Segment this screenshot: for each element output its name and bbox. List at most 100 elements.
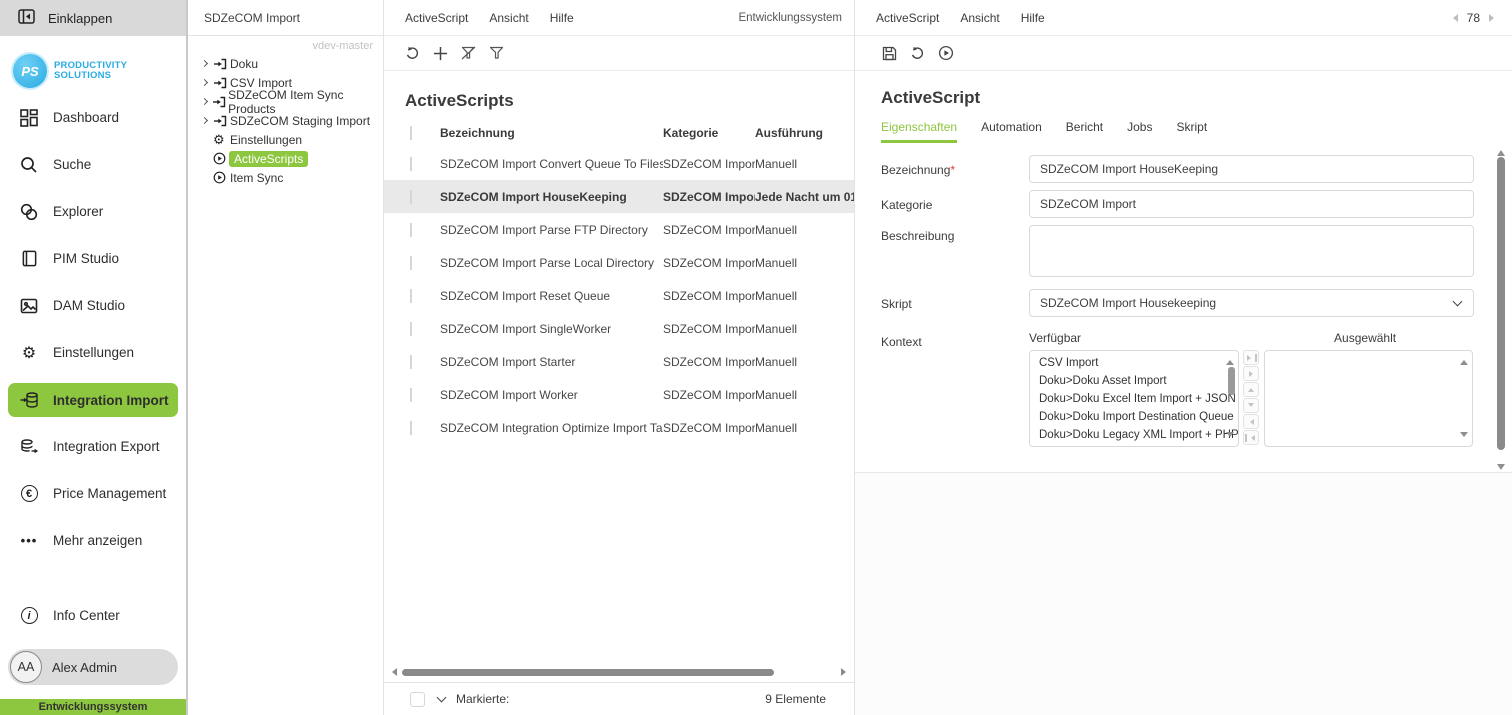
expand-chevron-icon[interactable] bbox=[200, 78, 213, 87]
scroll-right-icon[interactable] bbox=[841, 668, 850, 676]
tab-automation[interactable]: Automation bbox=[981, 120, 1042, 143]
chevron-down-icon[interactable] bbox=[436, 692, 447, 703]
clear-filter-button[interactable] bbox=[460, 45, 477, 62]
table-row[interactable]: SDZeCOM Import Reset Queue SDZeCOM Import… bbox=[384, 279, 854, 312]
select-all-checkbox[interactable] bbox=[410, 126, 412, 140]
sidebar-item-integration-export[interactable]: Integration Export bbox=[0, 423, 186, 470]
sidebar-item-explorer[interactable]: Explorer bbox=[0, 188, 186, 235]
tab-bericht[interactable]: Bericht bbox=[1066, 120, 1103, 143]
table-row[interactable]: SDZeCOM Import Parse FTP Directory SDZeCO… bbox=[384, 213, 854, 246]
tree-item-staging-import[interactable]: SDZeCOM Staging Import bbox=[200, 111, 383, 130]
sidebar-item-integration-import[interactable]: Integration Import bbox=[8, 383, 178, 417]
sidebar-item-mehr-anzeigen[interactable]: ••• Mehr anzeigen bbox=[0, 517, 186, 564]
tab-jobs[interactable]: Jobs bbox=[1127, 120, 1152, 143]
bezeichnung-input[interactable] bbox=[1029, 155, 1474, 183]
menu-activescript[interactable]: ActiveScript bbox=[405, 11, 468, 25]
sidebar-item-suche[interactable]: Suche bbox=[0, 141, 186, 188]
list-item[interactable]: Doku>Doku Legacy XML Import + PHP inbu bbox=[1030, 426, 1238, 444]
tree-item-item-sync-products[interactable]: SDZeCOM Item Sync Products bbox=[200, 88, 383, 116]
row-checkbox[interactable] bbox=[410, 387, 412, 402]
scrollbar-thumb[interactable] bbox=[1497, 157, 1505, 450]
move-all-left-button[interactable] bbox=[1243, 430, 1259, 445]
refresh-button[interactable] bbox=[909, 45, 926, 62]
scroll-left-icon[interactable] bbox=[388, 668, 397, 676]
sidebar-item-info-center[interactable]: i Info Center bbox=[0, 592, 186, 639]
tree-item-activescripts[interactable]: ActiveScripts bbox=[202, 149, 383, 168]
sidebar-item-pim-studio[interactable]: PIM Studio bbox=[0, 235, 186, 282]
scroll-up-icon[interactable] bbox=[1226, 356, 1234, 365]
user-menu[interactable]: AA Alex Admin bbox=[8, 649, 178, 685]
table-row[interactable]: SDZeCOM Import Parse Local Directory SDZe… bbox=[384, 246, 854, 279]
scrollbar-thumb[interactable] bbox=[402, 669, 774, 676]
next-record-icon[interactable] bbox=[1489, 13, 1498, 22]
selected-listbox[interactable] bbox=[1264, 350, 1473, 447]
vertical-scrollbar[interactable] bbox=[1497, 146, 1506, 474]
collapse-sidebar-button[interactable]: Einklappen bbox=[0, 0, 186, 36]
sidebar-item-einstellungen[interactable]: ⚙ Einstellungen bbox=[0, 329, 186, 376]
tab-eigenschaften[interactable]: Eigenschaften bbox=[881, 120, 958, 143]
expand-chevron-icon[interactable] bbox=[200, 116, 213, 125]
column-header-bezeichnung[interactable]: Bezeichnung bbox=[440, 126, 663, 140]
menu-hilfe[interactable]: Hilfe bbox=[1021, 11, 1045, 25]
move-left-button[interactable] bbox=[1243, 414, 1259, 429]
sidebar-item-dashboard[interactable]: Dashboard bbox=[0, 94, 186, 141]
skript-select[interactable]: SDZeCOM Import Housekeeping bbox=[1029, 289, 1474, 317]
move-down-button[interactable] bbox=[1243, 398, 1259, 413]
row-checkbox[interactable] bbox=[410, 288, 412, 303]
refresh-button[interactable] bbox=[404, 45, 421, 62]
previous-record-icon[interactable] bbox=[1449, 13, 1458, 22]
list-item[interactable]: Doku>Doku Import Destination Queue bbox=[1030, 408, 1234, 426]
list-item[interactable]: Doku>Doku Excel Item Import + JSON Tran bbox=[1030, 390, 1238, 408]
tree-item-doku[interactable]: Doku bbox=[200, 54, 383, 73]
menu-activescript[interactable]: ActiveScript bbox=[876, 11, 939, 25]
scroll-up-icon[interactable] bbox=[1460, 356, 1468, 365]
row-checkbox[interactable] bbox=[410, 222, 412, 237]
row-checkbox[interactable] bbox=[410, 420, 412, 435]
scroll-down-icon[interactable] bbox=[1460, 432, 1468, 441]
table-row[interactable]: SDZeCOM Import Worker SDZeCOM Import Manue… bbox=[384, 378, 854, 411]
tab-skript[interactable]: Skript bbox=[1176, 120, 1207, 143]
beschreibung-textarea[interactable] bbox=[1029, 225, 1474, 277]
column-header-kategorie[interactable]: Kategorie bbox=[663, 126, 755, 140]
add-button[interactable] bbox=[432, 45, 449, 62]
column-header-ausfuehrung[interactable]: Ausführung bbox=[755, 126, 854, 140]
table-row[interactable]: SDZeCOM Integration Optimize Import Tabl… bbox=[384, 411, 854, 444]
horizontal-scrollbar[interactable] bbox=[388, 664, 850, 682]
expand-chevron-icon[interactable] bbox=[200, 59, 213, 68]
kategorie-input[interactable] bbox=[1029, 190, 1474, 218]
expand-chevron-icon[interactable] bbox=[200, 97, 212, 106]
menu-hilfe[interactable]: Hilfe bbox=[550, 11, 574, 25]
tree-item-einstellungen[interactable]: ⚙ Einstellungen bbox=[202, 130, 383, 149]
table-row[interactable]: SDZeCOM Import Starter SDZeCOM Import Manu… bbox=[384, 345, 854, 378]
move-all-right-button[interactable] bbox=[1243, 350, 1259, 365]
menu-ansicht[interactable]: Ansicht bbox=[489, 11, 528, 25]
sidebar-item-label: Einstellungen bbox=[53, 345, 135, 360]
marked-checkbox[interactable] bbox=[410, 691, 425, 707]
sidebar-item-price-management[interactable]: € Price Management bbox=[0, 470, 186, 517]
row-checkbox[interactable] bbox=[410, 321, 412, 336]
table-row[interactable]: SDZeCOM Import Convert Queue To Filesyst… bbox=[384, 147, 854, 180]
scrollbar-thumb[interactable] bbox=[1228, 367, 1235, 395]
required-asterisk: * bbox=[950, 163, 956, 177]
menu-ansicht[interactable]: Ansicht bbox=[960, 11, 999, 25]
scroll-down-icon[interactable] bbox=[1497, 464, 1505, 474]
row-checkbox[interactable] bbox=[410, 255, 412, 270]
scroll-up-icon[interactable] bbox=[1497, 146, 1505, 156]
scroll-down-icon[interactable] bbox=[1226, 432, 1234, 441]
sidebar-item-dam-studio[interactable]: DAM Studio bbox=[0, 282, 186, 329]
row-checkbox[interactable] bbox=[410, 156, 412, 171]
list-item[interactable]: CSV Import bbox=[1030, 354, 1222, 372]
move-right-button[interactable] bbox=[1243, 366, 1259, 381]
table-row-selected[interactable]: SDZeCOM Import HouseKeeping SDZeCOM Impor… bbox=[384, 180, 854, 213]
row-checkbox[interactable] bbox=[410, 354, 412, 369]
available-listbox[interactable]: CSV Import Doku>Doku Asset Import Doku>D… bbox=[1029, 350, 1239, 447]
detail-menubar: ActiveScript Ansicht Hilfe 78 bbox=[855, 0, 1512, 36]
move-up-button[interactable] bbox=[1243, 382, 1259, 397]
table-row[interactable]: SDZeCOM Import SingleWorker SDZeCOM Impor… bbox=[384, 312, 854, 345]
filter-button[interactable] bbox=[488, 45, 505, 62]
list-item[interactable]: Doku>Doku Asset Import bbox=[1030, 372, 1222, 390]
row-checkbox[interactable] bbox=[410, 189, 412, 204]
run-button[interactable] bbox=[937, 45, 954, 62]
tree-item-item-sync[interactable]: Item Sync bbox=[202, 168, 383, 187]
save-button[interactable] bbox=[881, 45, 898, 62]
